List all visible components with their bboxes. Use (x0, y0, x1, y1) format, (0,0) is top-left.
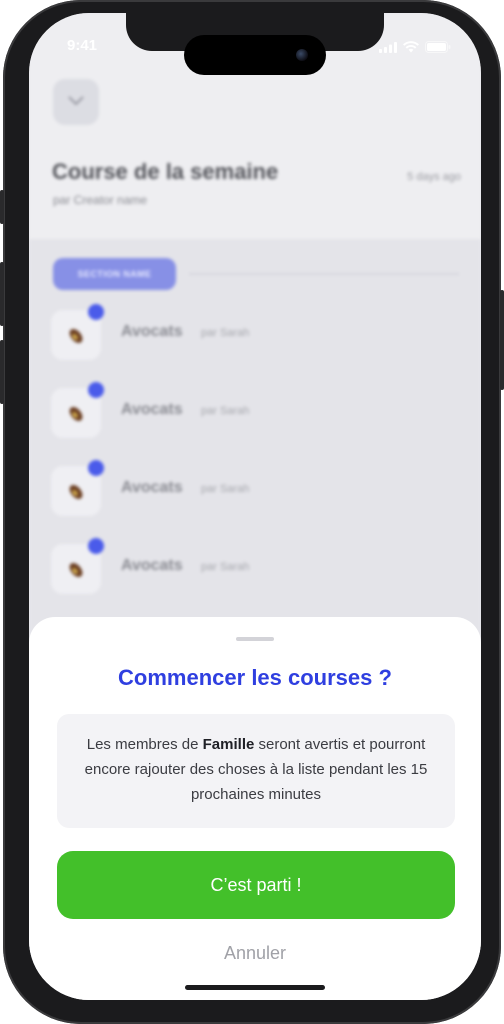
wifi-icon (403, 40, 419, 58)
power-button (500, 290, 504, 390)
item-name: Avocats (121, 401, 183, 418)
sheet-grabber[interactable] (236, 637, 274, 641)
cancel-button[interactable]: Annuler (29, 943, 481, 964)
list-date: 5 days ago (407, 171, 461, 183)
info-box: Les membres de Famille seront avertis et… (57, 714, 455, 828)
collapse-button[interactable] (53, 79, 99, 125)
screen: 9:41 Course de la semaine par Creator na… (29, 13, 481, 1000)
phone-frame: 9:41 Course de la semaine par Creator na… (0, 0, 504, 1024)
new-item-badge (88, 460, 104, 476)
section-pill[interactable]: SECTION NAME (53, 258, 176, 290)
list-title: Course de la semaine (52, 159, 279, 184)
confirm-bottom-sheet: Commencer les courses ? Les membres de F… (29, 617, 481, 1000)
sheet-title: Commencer les courses ? (118, 665, 392, 690)
cellular-signal-icon (379, 40, 397, 58)
item-name: Avocats (121, 323, 183, 340)
item-name: Avocats (121, 479, 183, 496)
new-item-badge (88, 382, 104, 398)
status-bar: 9:41 (29, 13, 481, 67)
volume-up-button (0, 262, 4, 326)
item-author: par Sarah (201, 483, 250, 495)
item-author: par Sarah (201, 561, 250, 573)
section-divider (189, 273, 459, 275)
battery-icon (425, 40, 451, 58)
list-item[interactable]: Avocats par Sarah (51, 304, 461, 366)
status-time: 9:41 (67, 37, 98, 54)
volume-down-button (0, 340, 4, 404)
group-name: Famille (202, 736, 255, 753)
list-item[interactable]: Avocats par Sarah (51, 382, 461, 444)
status-icons (379, 40, 451, 58)
list-item[interactable]: Avocats par Sarah (51, 460, 461, 522)
list-item[interactable]: Avocats par Sarah (51, 538, 461, 600)
home-indicator[interactable] (185, 985, 325, 990)
new-item-badge (88, 304, 104, 320)
info-text-before: Les membres de (86, 736, 203, 753)
item-author: par Sarah (201, 405, 250, 417)
item-author: par Sarah (201, 327, 250, 339)
chevron-down-icon (68, 93, 84, 111)
list-author: par Creator name (53, 193, 148, 207)
mute-switch (0, 190, 4, 224)
info-message: Les membres de Famille seront avertis et… (77, 732, 435, 807)
start-shopping-button[interactable]: C’est parti ! (57, 851, 455, 919)
new-item-badge (88, 538, 104, 554)
item-name: Avocats (121, 557, 183, 574)
